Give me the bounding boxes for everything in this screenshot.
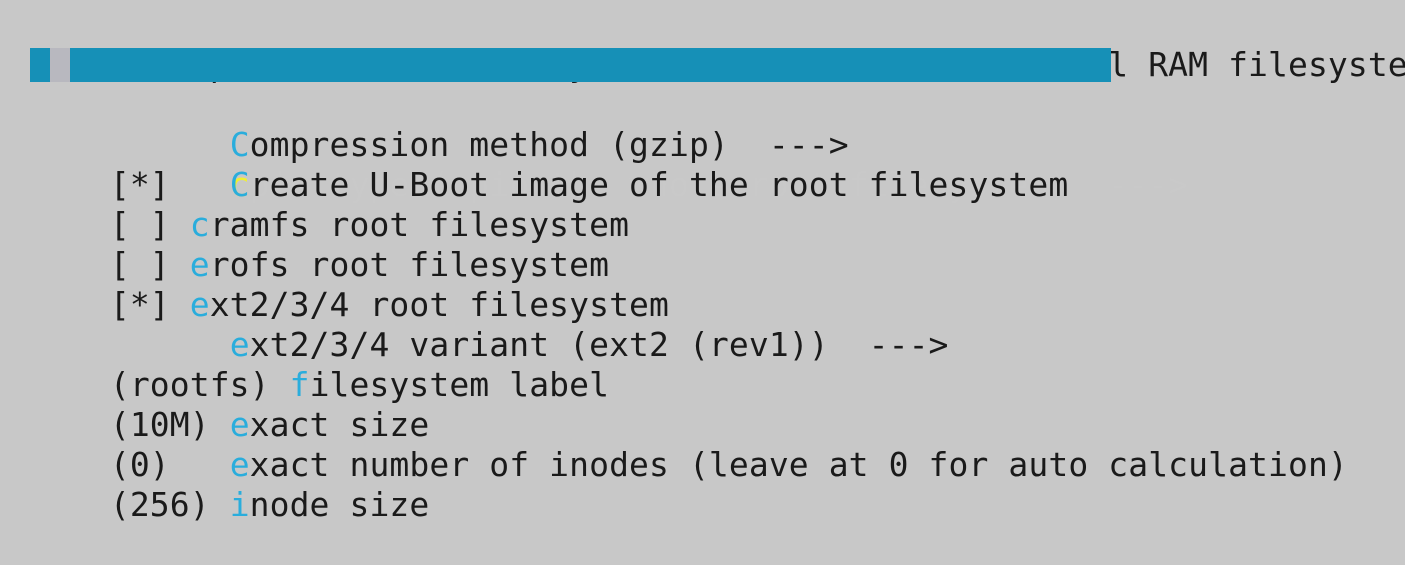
- menu-item-cramfs-root-filesystem[interactable]: [ ] cramfs root filesystem: [30, 165, 1405, 244]
- kconfig-menu-list: [*] cpio the root filesystem (for use as…: [30, 5, 1405, 524]
- cursor-block: [50, 48, 70, 82]
- menu-item-exact-number-of-inodes[interactable]: (0) exact number of inodes (leave at 0 f…: [30, 405, 1405, 484]
- menu-item-filesystem-label[interactable]: (rootfs) filesystem label: [30, 325, 1405, 404]
- menu-item-text: (256) inode size: [110, 485, 430, 524]
- menu-item-ext234-root-filesystem[interactable]: [*] ext2/3/4 root filesystem: [30, 245, 1405, 324]
- menu-item-inode-size[interactable]: (256) inode size: [30, 445, 1405, 524]
- hotkey-letter: i: [229, 485, 250, 524]
- item-prefix: (256): [109, 485, 230, 524]
- selection-highlight: [30, 48, 1111, 82]
- menu-item-cpio-root-filesystem[interactable]: [*] cpio the root filesystem (for use as…: [30, 5, 1405, 84]
- item-label: node size: [249, 485, 430, 524]
- menu-item-create-uboot-image[interactable]: [*] Create U-Boot image of the root file…: [30, 125, 1405, 204]
- menu-item-ext234-variant[interactable]: ext2/3/4 variant (ext2 (rev1)) --->: [30, 285, 1405, 364]
- menu-item-erofs-root-filesystem[interactable]: [ ] erofs root filesystem: [30, 205, 1405, 284]
- menu-item-exact-size[interactable]: (10M) exact size: [30, 365, 1405, 444]
- menu-item-cpio-type[interactable]: cpio type (cpio the whole root filesyste…: [30, 45, 1405, 204]
- menu-item-compression-method[interactable]: Compression method (gzip) --->: [30, 85, 1405, 164]
